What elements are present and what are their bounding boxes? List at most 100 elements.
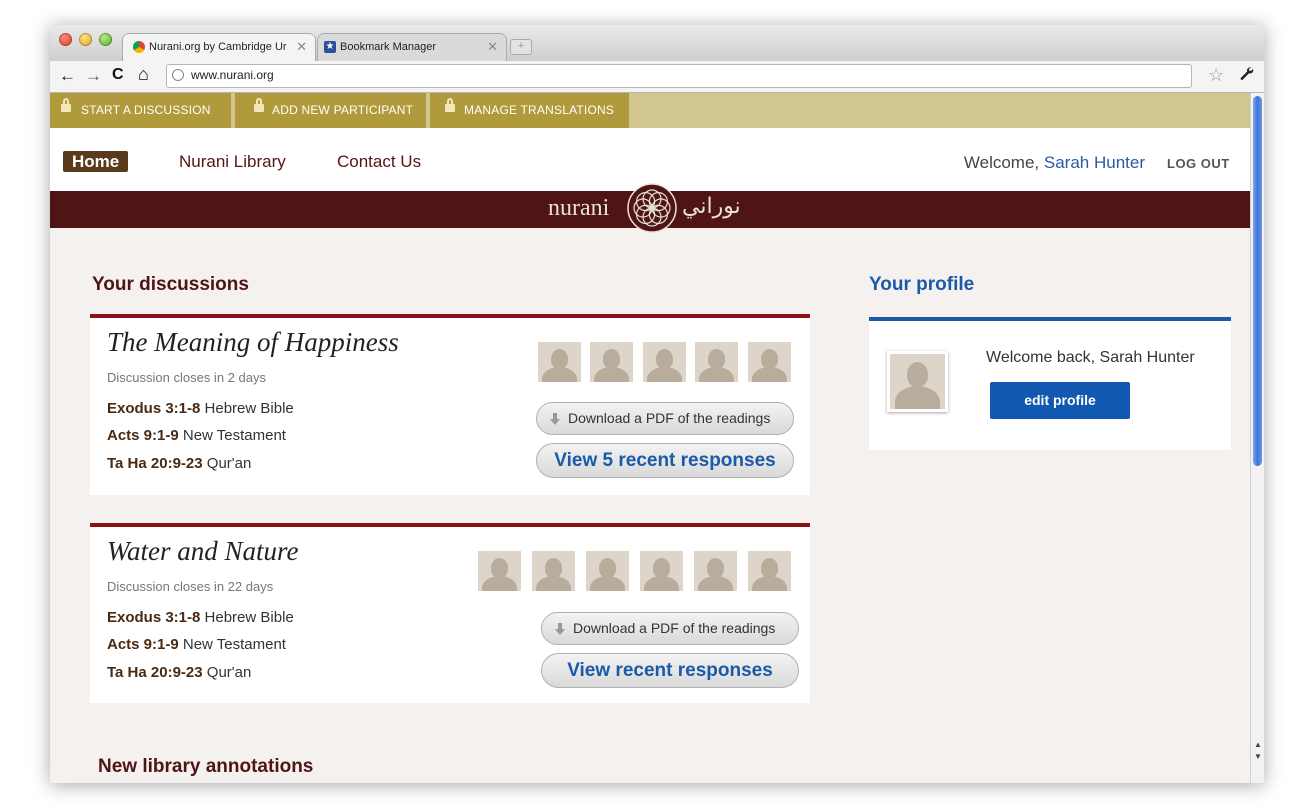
download-arrow-icon — [550, 413, 560, 425]
profile-heading: Your profile — [869, 274, 975, 295]
forward-arrow-icon[interactable]: → — [85, 66, 102, 86]
browser-toolbar: ← → C ⌂ ☆ — [50, 61, 1264, 93]
lock-icon — [254, 98, 264, 112]
participant-avatar[interactable] — [694, 551, 737, 591]
participant-avatar[interactable] — [538, 342, 581, 382]
back-arrow-icon[interactable]: ← — [59, 66, 76, 86]
participant-avatar[interactable] — [590, 342, 633, 382]
scroll-down-arrow-icon[interactable]: ▼ — [1254, 752, 1262, 761]
nav-contact-link[interactable]: Contact Us — [337, 151, 421, 172]
chrome-favicon-icon — [133, 41, 145, 53]
admin-bar: START A DISCUSSION ADD NEW PARTICIPANT M… — [50, 93, 1250, 128]
brand-banner: nurani نوراني — [50, 183, 1250, 233]
discussions-heading: Your discussions — [92, 274, 249, 295]
url-input[interactable] — [191, 67, 1171, 83]
scroll-up-arrow-icon[interactable]: ▲ — [1254, 740, 1262, 749]
discussion-title[interactable]: The Meaning of Happiness — [107, 327, 399, 358]
discussion-closes: Discussion closes in 22 days — [107, 579, 274, 594]
profile-avatar[interactable] — [887, 351, 948, 412]
scrollbar-thumb[interactable] — [1253, 96, 1262, 466]
new-tab-button[interactable]: + — [510, 39, 532, 55]
participant-avatars — [478, 551, 794, 591]
participant-avatar[interactable] — [643, 342, 686, 382]
reading-ref: Acts 9:1-9 — [107, 427, 179, 444]
download-pdf-button[interactable]: Download a PDF of the readings — [541, 612, 799, 645]
tab-title: Bookmark Manager — [340, 41, 436, 53]
participant-avatar[interactable] — [695, 342, 738, 382]
nav-library-link[interactable]: Nurani Library — [179, 151, 286, 172]
lock-icon — [445, 98, 455, 112]
discussion-title[interactable]: Water and Nature — [107, 536, 299, 567]
participant-avatar[interactable] — [640, 551, 683, 591]
nurani-arabic-wordmark: نوراني — [682, 194, 741, 219]
nav-home-link[interactable]: Home — [63, 151, 129, 172]
discussion-card: Water and Nature Discussion closes in 22… — [90, 523, 810, 703]
reading-source: Qur'an — [202, 455, 252, 472]
reading-ref: Exodus 3:1-8 — [107, 400, 201, 417]
participant-avatar[interactable] — [532, 551, 575, 591]
reading-item[interactable]: Ta Ha 20:9-23 Qur'an — [107, 664, 251, 681]
reading-ref: Acts 9:1-9 — [107, 636, 179, 653]
download-pdf-label: Download a PDF of the readings — [573, 620, 776, 636]
participant-avatar[interactable] — [748, 551, 791, 591]
bookmark-star-icon[interactable]: ☆ — [1208, 65, 1224, 86]
reading-source: New Testament — [178, 636, 286, 653]
browser-window: Nurani.org by Cambridge Ur ✕ ★ Bookmark … — [50, 25, 1264, 783]
add-participant-button[interactable]: ADD NEW PARTICIPANT — [235, 93, 426, 128]
download-arrow-icon — [555, 623, 565, 635]
view-responses-button[interactable]: View 5 recent responses — [536, 443, 794, 478]
reading-item[interactable]: Ta Ha 20:9-23 Qur'an — [107, 455, 251, 472]
tab-bookmark-manager[interactable]: ★ Bookmark Manager ✕ — [318, 34, 506, 61]
reading-ref: Exodus 3:1-8 — [107, 609, 201, 626]
view-responses-button[interactable]: View recent responses — [541, 653, 799, 688]
globe-icon — [172, 69, 184, 81]
reading-source: Hebrew Bible — [200, 400, 294, 417]
reading-source: Hebrew Bible — [200, 609, 294, 626]
close-tab-icon[interactable]: ✕ — [296, 39, 307, 55]
profile-welcome: Welcome back, Sarah Hunter — [986, 349, 1195, 366]
address-bar[interactable] — [166, 64, 1192, 88]
discussion-card: The Meaning of Happiness Discussion clos… — [90, 314, 810, 495]
participant-avatars — [538, 342, 791, 382]
reading-item[interactable]: Exodus 3:1-8 Hebrew Bible — [107, 400, 294, 417]
discussion-closes: Discussion closes in 2 days — [107, 370, 266, 385]
browser-titlebar: Nurani.org by Cambridge Ur ✕ ★ Bookmark … — [50, 25, 1264, 61]
annotations-heading: New library annotations — [98, 756, 314, 777]
reading-source: New Testament — [178, 427, 286, 444]
reading-ref: Ta Ha 20:9-23 — [107, 664, 203, 681]
welcome-message: Welcome, Sarah Hunter — [964, 152, 1145, 173]
page-scrollbar[interactable]: ▲ ▼ — [1250, 93, 1264, 783]
close-window-button[interactable] — [59, 33, 72, 46]
download-pdf-button[interactable]: Download a PDF of the readings — [536, 402, 794, 435]
participant-avatar[interactable] — [586, 551, 629, 591]
start-discussion-button[interactable]: START A DISCUSSION — [50, 93, 231, 128]
page-content: START A DISCUSSION ADD NEW PARTICIPANT M… — [50, 93, 1250, 783]
tab-nurani[interactable]: Nurani.org by Cambridge Ur ✕ — [123, 34, 315, 61]
logout-link[interactable]: LOG OUT — [1167, 156, 1230, 171]
home-icon[interactable]: ⌂ — [138, 64, 149, 85]
wrench-menu-icon[interactable] — [1238, 65, 1254, 86]
reading-item[interactable]: Exodus 3:1-8 Hebrew Bible — [107, 609, 294, 626]
reading-ref: Ta Ha 20:9-23 — [107, 455, 203, 472]
reading-item[interactable]: Acts 9:1-9 New Testament — [107, 636, 286, 653]
close-tab-icon[interactable]: ✕ — [487, 39, 498, 55]
reading-source: Qur'an — [202, 664, 252, 681]
participant-avatar[interactable] — [478, 551, 521, 591]
minimize-window-button[interactable] — [79, 33, 92, 46]
nurani-wordmark: nurani — [548, 195, 610, 221]
nurani-rosette-logo-icon — [627, 183, 677, 233]
tab-title: Nurani.org by Cambridge Ur — [149, 41, 287, 53]
edit-profile-button[interactable]: edit profile — [990, 382, 1130, 419]
zoom-window-button[interactable] — [99, 33, 112, 46]
manage-translations-label: MANAGE TRANSLATIONS — [464, 103, 615, 117]
add-participant-label: ADD NEW PARTICIPANT — [272, 103, 414, 117]
user-name-link[interactable]: Sarah Hunter — [1044, 153, 1145, 172]
reading-item[interactable]: Acts 9:1-9 New Testament — [107, 427, 286, 444]
start-discussion-label: START A DISCUSSION — [81, 103, 211, 117]
participant-avatar[interactable] — [748, 342, 791, 382]
welcome-prefix: Welcome, — [963, 153, 1044, 172]
lock-icon — [61, 98, 71, 112]
reload-icon[interactable]: C — [112, 66, 124, 84]
profile-card: Welcome back, Sarah Hunter edit profile — [869, 317, 1231, 450]
manage-translations-button[interactable]: MANAGE TRANSLATIONS — [430, 93, 629, 128]
